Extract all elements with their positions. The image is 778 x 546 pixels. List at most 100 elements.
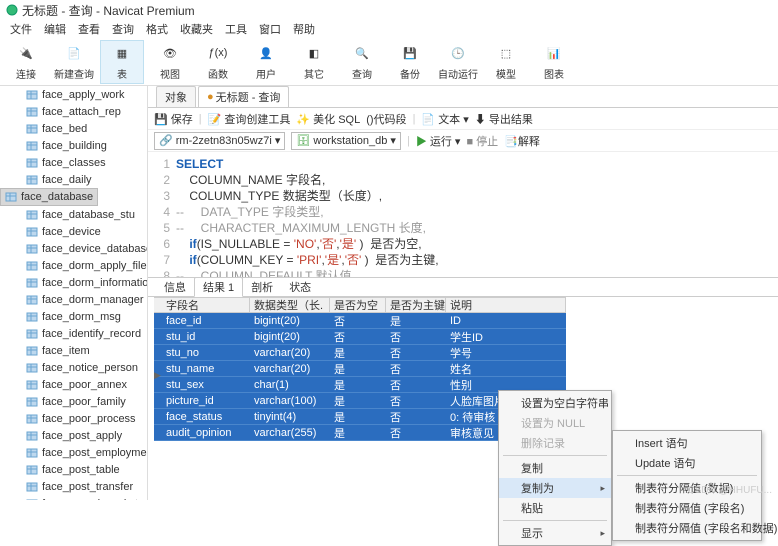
column-header[interactable]: 是否为主键	[386, 297, 446, 313]
grid-cell[interactable]: 学号	[446, 345, 566, 361]
context-menu-item[interactable]: 设置为空白字符串	[499, 393, 611, 413]
grid-cell[interactable]: stu_id	[162, 331, 250, 343]
menu-item[interactable]: 工具	[225, 21, 247, 37]
table-item[interactable]: face_poor_family	[0, 393, 147, 410]
grid-row[interactable]: stu_novarchar(20)是否学号	[154, 345, 566, 361]
grid-cell[interactable]: 否	[330, 313, 386, 329]
grid-cell[interactable]: picture_id	[162, 395, 250, 407]
grid-cell[interactable]: varchar(255)	[250, 427, 330, 439]
toolbar-backup[interactable]: 💾 备份	[388, 40, 432, 84]
context-menu-item[interactable]: 复制	[499, 458, 611, 478]
tab-objects[interactable]: 对象	[156, 86, 196, 107]
context-menu-item[interactable]: 复制为	[499, 478, 611, 498]
grid-cell[interactable]: 是	[330, 361, 386, 377]
table-item[interactable]: face_bed	[0, 120, 147, 137]
grid-cell[interactable]: varchar(100)	[250, 395, 330, 407]
grid-cell[interactable]: 是	[330, 425, 386, 441]
column-header[interactable]: 数据类型（长.	[250, 297, 330, 313]
column-header[interactable]: 字段名	[162, 297, 250, 313]
table-item[interactable]: face_post_apply	[0, 427, 147, 444]
grid-cell[interactable]: varchar(20)	[250, 347, 330, 359]
save-button[interactable]: 💾 保存	[154, 111, 193, 127]
grid-cell[interactable]: 是	[330, 393, 386, 409]
table-item[interactable]: face_daily	[0, 171, 147, 188]
table-item[interactable]: face_post_table	[0, 461, 147, 478]
explain-button[interactable]: 📑解释	[504, 133, 540, 149]
toolbar-search[interactable]: 🔍 查询	[340, 40, 384, 84]
grid-cell[interactable]: 否	[386, 425, 446, 441]
table-item[interactable]: face_poor_process	[0, 410, 147, 427]
table-item[interactable]: face_apply_work	[0, 86, 147, 103]
export-button[interactable]: ⬇ 导出结果	[475, 111, 533, 127]
query-builder-button[interactable]: 📝 查询创建工具	[208, 111, 291, 127]
column-header[interactable]: 说明	[446, 297, 566, 313]
toolbar-clock[interactable]: 🕒 自动运行	[436, 40, 480, 84]
table-item[interactable]: face_poor_annex	[0, 376, 147, 393]
grid-cell[interactable]: 是	[330, 409, 386, 425]
context-menu-item[interactable]: Insert 语句	[613, 433, 761, 453]
table-item[interactable]: face_post_employmen	[0, 444, 147, 461]
menu-item[interactable]: 格式	[146, 21, 168, 37]
grid-cell[interactable]: 否	[330, 329, 386, 345]
grid-cell[interactable]: varchar(20)	[250, 363, 330, 375]
toolbar-other[interactable]: ◧ 其它	[292, 40, 336, 84]
result-tab[interactable]: 结果 1	[194, 277, 243, 297]
column-header[interactable]: 是否为空	[330, 297, 386, 313]
grid-cell[interactable]: stu_no	[162, 347, 250, 359]
grid-cell[interactable]: bigint(20)	[250, 315, 330, 327]
table-item[interactable]: face_dorm_manager	[0, 291, 147, 308]
toolbar-query[interactable]: 📄 新建查询	[52, 40, 96, 84]
context-menu[interactable]: 设置为空白字符串设置为 NULL删除记录复制复制为粘贴显示	[498, 390, 612, 546]
grid-cell[interactable]: char(1)	[250, 379, 330, 391]
grid-cell[interactable]: tinyint(4)	[250, 411, 330, 423]
db-select[interactable]: 🗄 workstation_db ▾	[291, 132, 401, 150]
sql-editor[interactable]: 123456789 SELECT COLUMN_NAME 字段名, COLUMN…	[148, 152, 778, 277]
run-button[interactable]: ▶ 运行 ▾	[416, 133, 461, 149]
tab-query[interactable]: ●无标题 - 查询	[198, 86, 289, 107]
table-item[interactable]: face_identify_record	[0, 325, 147, 342]
beautify-sql-button[interactable]: ✨ 美化 SQL	[296, 111, 360, 127]
grid-row[interactable]: face_idbigint(20)否是ID	[154, 313, 566, 329]
grid-cell[interactable]: 否	[386, 393, 446, 409]
toolbar-table[interactable]: ▦ 表	[100, 40, 144, 84]
menu-item[interactable]: 文件	[10, 21, 32, 37]
table-list-sidebar[interactable]: face_apply_work face_attach_rep face_bed…	[0, 86, 148, 500]
table-item[interactable]: face_database	[0, 188, 98, 206]
context-menu-item[interactable]: 制表符分隔值 (字段名)	[613, 498, 761, 518]
table-item[interactable]: face_notice_person	[0, 359, 147, 376]
table-item[interactable]: face_classes	[0, 154, 147, 171]
grid-cell[interactable]: 学生ID	[446, 329, 566, 345]
server-select[interactable]: 🔗 rm-2zetn83n05wz7i ▾	[154, 132, 285, 150]
menu-item[interactable]: 收藏夹	[180, 21, 213, 37]
table-item[interactable]: face_database_stu	[0, 206, 147, 223]
grid-cell[interactable]: stu_sex	[162, 379, 250, 391]
toolbar-user[interactable]: 👤 用户	[244, 40, 288, 84]
toolbar-plug[interactable]: 🔌 连接	[4, 40, 48, 84]
grid-cell[interactable]: face_id	[162, 315, 250, 327]
result-tab[interactable]: 剖析	[243, 278, 281, 296]
grid-row[interactable]: stu_namevarchar(20)是否姓名	[154, 361, 566, 377]
toolbar-fx[interactable]: ƒ(x) 函数	[196, 40, 240, 84]
grid-cell[interactable]: ID	[446, 315, 566, 327]
toolbar-model[interactable]: ⬚ 模型	[484, 40, 528, 84]
grid-cell[interactable]: audit_opinion	[162, 427, 250, 439]
table-item[interactable]: face_attach_rep	[0, 103, 147, 120]
table-item[interactable]: face_building	[0, 137, 147, 154]
menu-item[interactable]: 查看	[78, 21, 100, 37]
text-button[interactable]: 📄 文本 ▾	[421, 111, 468, 127]
menu-item[interactable]: 查询	[112, 21, 134, 37]
context-menu-item[interactable]: 显示	[499, 523, 611, 543]
grid-cell[interactable]: 姓名	[446, 361, 566, 377]
grid-cell[interactable]: 否	[386, 377, 446, 393]
grid-row[interactable]: stu_idbigint(20)否否学生ID	[154, 329, 566, 345]
table-item[interactable]: face_item	[0, 342, 147, 359]
menu-item[interactable]: 编辑	[44, 21, 66, 37]
grid-cell[interactable]: 否	[386, 409, 446, 425]
table-item[interactable]: face_record_workstudy	[0, 495, 147, 500]
menu-item[interactable]: 窗口	[259, 21, 281, 37]
grid-cell[interactable]: 是	[330, 377, 386, 393]
grid-cell[interactable]: face_status	[162, 411, 250, 423]
context-menu-item[interactable]: Update 语句	[613, 453, 761, 473]
result-tab[interactable]: 状态	[281, 278, 319, 296]
code-snippet-button[interactable]: ()代码段	[366, 111, 406, 127]
